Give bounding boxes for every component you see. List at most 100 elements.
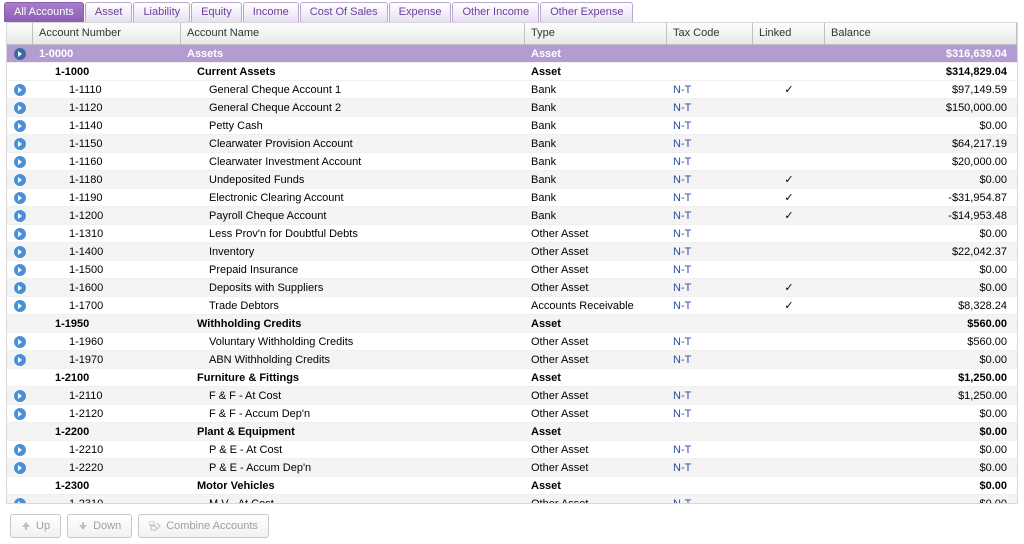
row-arrow-icon[interactable] [7, 227, 33, 241]
table-row[interactable]: 1-1500Prepaid InsuranceOther AssetN-T$0.… [7, 261, 1017, 279]
table-row[interactable]: 1-2310M V - At CostOther AssetN-T$0.00 [7, 495, 1017, 503]
table-row[interactable]: 1-2100Furniture & FittingsAsset$1,250.00 [7, 369, 1017, 387]
cell-tax: N-T [667, 442, 753, 458]
tab-liability[interactable]: Liability [133, 2, 190, 22]
cell-balance: $150,000.00 [825, 100, 1017, 116]
table-row[interactable]: 1-2200Plant & EquipmentAsset$0.00 [7, 423, 1017, 441]
table-row[interactable]: 1-2210P & E - At CostOther AssetN-T$0.00 [7, 441, 1017, 459]
cell-tax: N-T [667, 226, 753, 242]
tab-asset[interactable]: Asset [85, 2, 133, 22]
combine-button[interactable]: Combine Accounts [138, 514, 269, 538]
table-row[interactable]: 1-1950Withholding CreditsAsset$560.00 [7, 315, 1017, 333]
cell-number: 1-1190 [33, 190, 181, 206]
tab-all-accounts[interactable]: All Accounts [4, 2, 84, 22]
table-row[interactable]: 1-1000Current AssetsAsset$314,829.04 [7, 63, 1017, 81]
row-arrow-icon[interactable] [7, 263, 33, 277]
row-arrow-icon[interactable] [7, 281, 33, 295]
row-arrow-icon[interactable] [7, 209, 33, 223]
cell-linked [753, 340, 825, 344]
grid-body[interactable]: 1-0000AssetsAsset$316,639.041-1000Curren… [7, 45, 1017, 503]
cell-number: 1-2310 [33, 496, 181, 504]
cell-number: 1-1150 [33, 136, 181, 152]
cell-number: 1-1120 [33, 100, 181, 116]
up-button[interactable]: Up [10, 514, 61, 538]
cell-linked: ✓ [753, 297, 825, 314]
row-arrow-icon[interactable] [7, 47, 33, 61]
cell-name: P & E - At Cost [181, 442, 525, 458]
table-row[interactable]: 1-1140Petty CashBankN-T$0.00 [7, 117, 1017, 135]
row-arrow-icon[interactable] [7, 335, 33, 349]
cell-balance: $0.00 [825, 280, 1017, 296]
cell-balance: $0.00 [825, 118, 1017, 134]
table-row[interactable]: 1-1190Electronic Clearing AccountBankN-T… [7, 189, 1017, 207]
tab-expense[interactable]: Expense [389, 2, 452, 22]
cell-name: ABN Withholding Credits [181, 352, 525, 368]
row-arrow-icon[interactable] [7, 299, 33, 313]
cell-number: 1-1400 [33, 244, 181, 260]
cell-number: 1-1950 [33, 316, 181, 332]
cell-balance: $316,639.04 [825, 46, 1017, 62]
tab-equity[interactable]: Equity [191, 2, 242, 22]
table-row[interactable]: 1-1960Voluntary Withholding CreditsOther… [7, 333, 1017, 351]
cell-linked [753, 232, 825, 236]
table-row[interactable]: 1-2220P & E - Accum Dep'nOther AssetN-T$… [7, 459, 1017, 477]
cell-number: 1-1160 [33, 154, 181, 170]
tab-other-expense[interactable]: Other Expense [540, 2, 633, 22]
tab-cost-of-sales[interactable]: Cost Of Sales [300, 2, 388, 22]
cell-name: Petty Cash [181, 118, 525, 134]
table-row[interactable]: 1-2300Motor VehiclesAsset$0.00 [7, 477, 1017, 495]
row-arrow-icon[interactable] [7, 137, 33, 151]
cell-tax: N-T [667, 82, 753, 98]
cell-type: Bank [525, 154, 667, 170]
col-account-number[interactable]: Account Number [33, 23, 181, 44]
row-arrow-icon[interactable] [7, 245, 33, 259]
col-tax-code[interactable]: Tax Code [667, 23, 753, 44]
cell-name: Assets [181, 46, 525, 62]
col-arrow[interactable] [7, 23, 33, 44]
cell-name: Inventory [181, 244, 525, 260]
down-button[interactable]: Down [67, 514, 132, 538]
row-arrow-icon[interactable] [7, 173, 33, 187]
table-row[interactable]: 1-1310Less Prov'n for Doubtful DebtsOthe… [7, 225, 1017, 243]
table-row[interactable]: 1-0000AssetsAsset$316,639.04 [7, 45, 1017, 63]
table-row[interactable]: 1-1700Trade DebtorsAccounts ReceivableN-… [7, 297, 1017, 315]
row-arrow-icon[interactable] [7, 101, 33, 115]
table-row[interactable]: 1-1180Undeposited FundsBankN-T✓$0.00 [7, 171, 1017, 189]
cell-type: Bank [525, 172, 667, 188]
row-arrow-icon[interactable] [7, 191, 33, 205]
cell-number: 1-2220 [33, 460, 181, 476]
col-type[interactable]: Type [525, 23, 667, 44]
cell-linked [753, 412, 825, 416]
table-row[interactable]: 1-2120F & F - Accum Dep'nOther AssetN-T$… [7, 405, 1017, 423]
cell-name: P & E - Accum Dep'n [181, 460, 525, 476]
row-arrow-icon[interactable] [7, 155, 33, 169]
cell-balance: $0.00 [825, 406, 1017, 422]
col-account-name[interactable]: Account Name [181, 23, 525, 44]
row-arrow-icon[interactable] [7, 119, 33, 133]
row-arrow-icon[interactable] [7, 443, 33, 457]
col-linked[interactable]: Linked [753, 23, 825, 44]
table-row[interactable]: 1-1120General Cheque Account 2BankN-T$15… [7, 99, 1017, 117]
cell-number: 1-1140 [33, 118, 181, 134]
tab-other-income[interactable]: Other Income [452, 2, 539, 22]
table-row[interactable]: 1-1400InventoryOther AssetN-T$22,042.37 [7, 243, 1017, 261]
row-arrow-icon[interactable] [7, 461, 33, 475]
table-row[interactable]: 1-1150Clearwater Provision AccountBankN-… [7, 135, 1017, 153]
row-arrow-icon[interactable] [7, 407, 33, 421]
table-row[interactable]: 1-1600Deposits with SuppliersOther Asset… [7, 279, 1017, 297]
cell-tax [667, 52, 753, 56]
row-arrow-icon[interactable] [7, 497, 33, 504]
table-row[interactable]: 1-1110General Cheque Account 1BankN-T✓$9… [7, 81, 1017, 99]
row-arrow-icon[interactable] [7, 353, 33, 367]
cell-linked [753, 52, 825, 56]
table-row[interactable]: 1-1970ABN Withholding CreditsOther Asset… [7, 351, 1017, 369]
table-row[interactable]: 1-1200Payroll Cheque AccountBankN-T✓-$14… [7, 207, 1017, 225]
table-row[interactable]: 1-2110F & F - At CostOther AssetN-T$1,25… [7, 387, 1017, 405]
row-arrow-icon[interactable] [7, 83, 33, 97]
col-balance[interactable]: Balance [825, 23, 1017, 44]
cell-name: Withholding Credits [181, 316, 525, 332]
table-row[interactable]: 1-1160Clearwater Investment AccountBankN… [7, 153, 1017, 171]
row-arrow-icon[interactable] [7, 389, 33, 403]
tab-income[interactable]: Income [243, 2, 299, 22]
cell-balance: $97,149.59 [825, 82, 1017, 98]
